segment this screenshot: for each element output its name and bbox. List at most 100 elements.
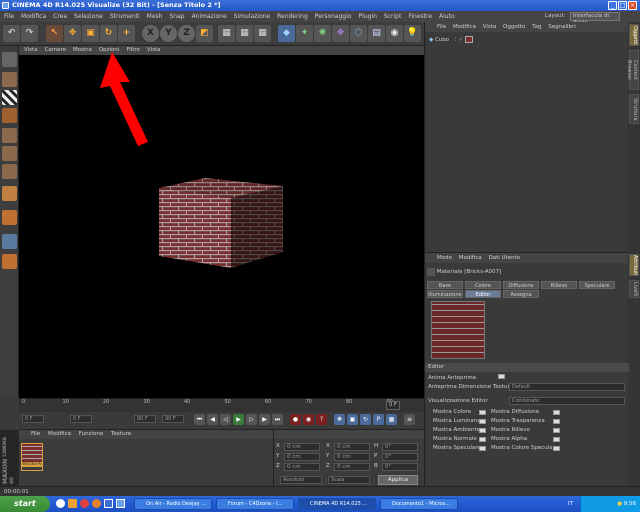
mat-menu-modifica[interactable]: Modifica (48, 431, 71, 437)
checkbox[interactable] (553, 437, 560, 442)
floor-icon[interactable]: ▤ (368, 25, 385, 42)
key-pla-icon[interactable]: ▦ (386, 414, 397, 425)
tab-editor[interactable]: Editor (465, 290, 501, 298)
apply-button[interactable]: Applica (378, 475, 418, 485)
desktop-icon[interactable] (104, 499, 113, 508)
make-editable-icon[interactable] (2, 52, 17, 67)
render-view-icon[interactable]: ▦ (218, 25, 235, 42)
minimize-button[interactable]: _ (608, 1, 617, 10)
checkbox[interactable] (553, 428, 560, 433)
menu-plugin[interactable]: Plugin (359, 13, 377, 20)
anima-anteprima-checkbox[interactable] (498, 374, 506, 379)
end-frame-field[interactable]: 90 F (134, 415, 156, 423)
checkbox[interactable] (553, 419, 560, 424)
next-key-icon[interactable]: ▶ (259, 414, 270, 425)
check-right-4[interactable]: Mostra Colore Speculare (491, 444, 563, 453)
menu-animazione[interactable]: Animazione (192, 13, 227, 20)
check-left-2[interactable]: Mostra Ambiente (433, 426, 489, 435)
attr-menu-modo[interactable]: Modo (437, 255, 452, 261)
player-icon[interactable] (80, 499, 89, 508)
tab-struttura[interactable]: Struttura (629, 94, 639, 124)
attr-menu-dati-utente[interactable]: Dati Utente (488, 255, 520, 261)
layout-select[interactable]: Interfaccia di Avvio (570, 12, 620, 26)
points-mode-icon[interactable] (2, 128, 17, 143)
texture-mode-icon[interactable] (2, 90, 17, 105)
coord-rot-1[interactable]: 0° (382, 453, 418, 461)
enabled-check-icon[interactable]: ✓ (458, 37, 463, 43)
mat-menu-file[interactable]: File (31, 431, 40, 437)
checkbox[interactable] (479, 446, 486, 451)
quicklaunch-icon[interactable] (116, 499, 125, 508)
next-frame-icon[interactable]: ▷ (246, 414, 257, 425)
go-end-icon[interactable]: ⏭ (272, 414, 283, 425)
axis-y-icon[interactable]: Y (160, 25, 177, 42)
keyframe-selection-icon[interactable]: ? (316, 414, 327, 425)
menu-simulazione[interactable]: Simulazione (234, 13, 270, 20)
coord-size-0[interactable]: 0 cm (334, 443, 370, 451)
scene-icon[interactable]: ⬡ (350, 25, 367, 42)
menu-crea[interactable]: Crea (53, 13, 67, 20)
coord-size-2[interactable]: 0 cm (334, 463, 370, 471)
redo-icon[interactable]: ↷ (21, 25, 38, 42)
play-icon[interactable]: ▶ (233, 414, 244, 425)
coord-mode-select[interactable]: Assoluto (280, 476, 322, 484)
coord-size-1[interactable]: 0 cm (334, 453, 370, 461)
tab-colore[interactable]: Colore (465, 281, 501, 289)
max-frame-field[interactable]: 90 F (162, 415, 184, 423)
min-frame-field[interactable]: 0 F (70, 415, 92, 423)
scale-icon[interactable]: ▣ (82, 25, 99, 42)
brick-cube[interactable] (155, 174, 285, 270)
menu-finestre[interactable]: Finestre (408, 13, 432, 20)
tab-rilievo[interactable]: Rilievo (541, 281, 577, 289)
axis-z-icon[interactable]: Z (178, 25, 195, 42)
prev-frame-icon[interactable]: ◁ (220, 414, 231, 425)
viewport-menu-vista[interactable]: Vista (24, 47, 38, 53)
ie-icon[interactable] (56, 499, 65, 508)
array-icon[interactable]: ✺ (314, 25, 331, 42)
menu-modifica[interactable]: Modifica (21, 13, 46, 20)
mat-menu-texture[interactable]: Texture (111, 431, 131, 437)
timeline[interactable] (19, 398, 424, 412)
attr-menu-modifica[interactable]: Modifica (459, 255, 482, 261)
key-scale-icon[interactable]: ▣ (347, 414, 358, 425)
current-frame-field[interactable]: 0 F (386, 401, 400, 410)
obj-menu-file[interactable]: File (437, 24, 446, 30)
timeline-menu-icon[interactable]: ≡ (404, 414, 415, 425)
key-rotation-icon[interactable]: ↻ (360, 414, 371, 425)
material-tag-icon[interactable] (464, 36, 473, 43)
workplane-icon[interactable] (2, 108, 17, 123)
task-word[interactable]: Documento1 - Micros... (380, 498, 458, 510)
maximize-button[interactable]: □ (618, 1, 627, 10)
menu-aiuto[interactable]: Aiuto (439, 13, 455, 20)
lock-workplane-icon[interactable] (2, 254, 17, 269)
axis-mode-icon[interactable] (2, 186, 17, 201)
check-left-3[interactable]: Mostra Normale (433, 435, 489, 444)
clock[interactable]: 9.56 (624, 501, 636, 507)
checkbox[interactable] (479, 428, 486, 433)
tab-livelli[interactable]: Livelli (629, 280, 639, 298)
task-forum[interactable]: Forum - C4Dzone - I... (216, 498, 294, 510)
snap-icon[interactable] (2, 234, 17, 249)
close-button[interactable]: × (628, 1, 637, 10)
visibility-dots-icon[interactable]: ⁝ (455, 37, 457, 43)
obj-menu-segnalibri[interactable]: Segnalibri (548, 24, 576, 30)
go-start-icon[interactable]: ⏮ (194, 414, 205, 425)
check-right-1[interactable]: Mostra Trasparenza (491, 417, 563, 426)
viewport-menu-camere[interactable]: Camere (45, 47, 66, 53)
coord-rot-2[interactable]: 0° (382, 463, 418, 471)
tab-attributi[interactable]: Attributi (629, 254, 639, 276)
start-frame-field[interactable]: 0 F (22, 415, 44, 423)
coord-pos-2[interactable]: 0 cm (284, 463, 320, 471)
obj-menu-tag[interactable]: Tag (532, 24, 541, 30)
checkbox[interactable] (553, 446, 560, 451)
obj-menu-vista[interactable]: Vista (483, 24, 497, 30)
tab-illuminazione[interactable]: Illuminazione (427, 290, 463, 298)
render-picture-viewer-icon[interactable]: ▦ (236, 25, 253, 42)
key-position-icon[interactable]: ✥ (334, 414, 345, 425)
edges-mode-icon[interactable] (2, 146, 17, 161)
firefox-icon[interactable] (92, 499, 101, 508)
menu-selezione[interactable]: Selezione (74, 13, 103, 20)
check-left-0[interactable]: Mostra Colore (433, 408, 489, 417)
texture-size-select[interactable]: Default (509, 383, 625, 391)
viewport-menu-mostra[interactable]: Mostra (73, 47, 92, 53)
